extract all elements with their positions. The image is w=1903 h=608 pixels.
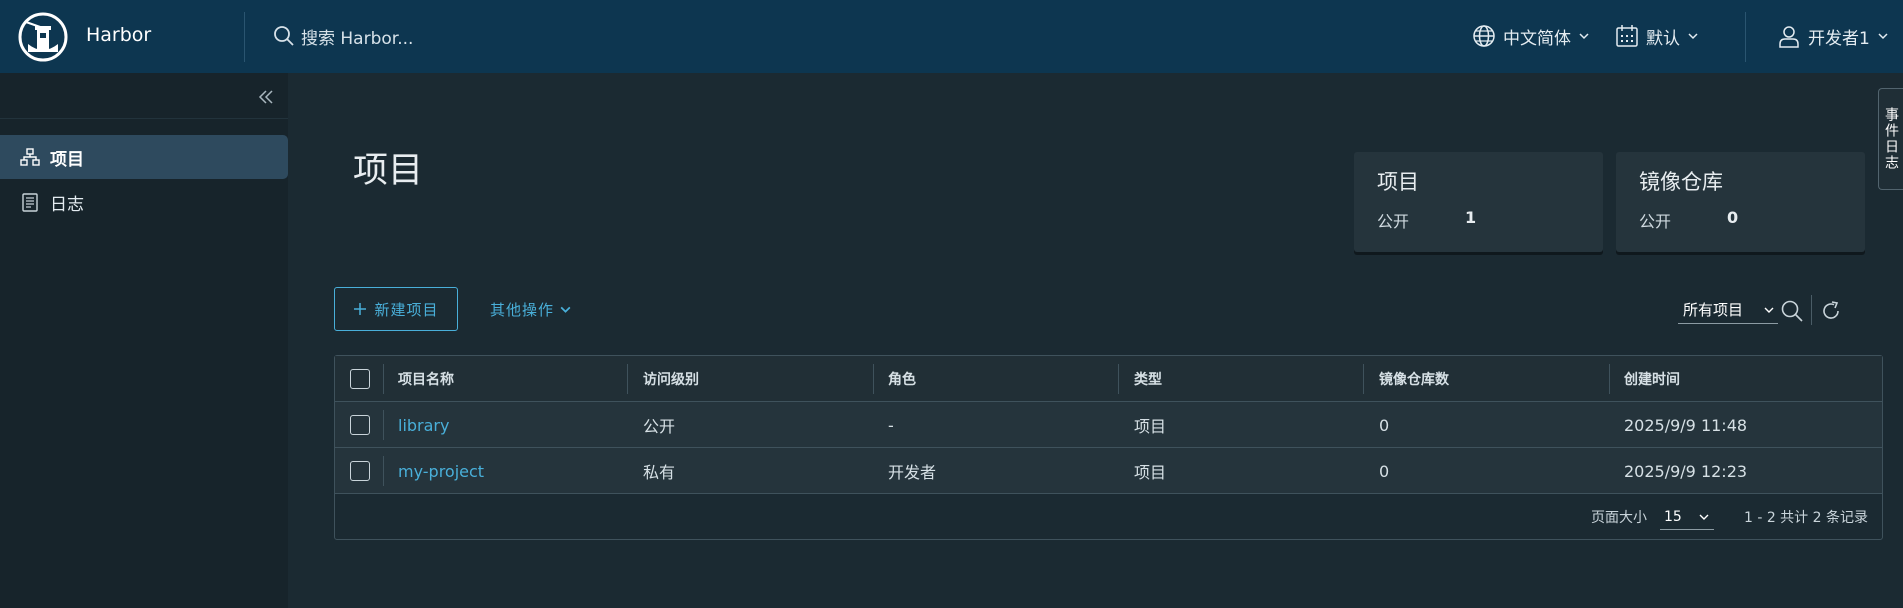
filter-value: 所有项目 [1683, 301, 1744, 319]
card-label: 公开 [1377, 212, 1410, 231]
projects-table: 项目名称 访问级别 角色 类型 镜像仓库数 创建时间 library 公开 - … [334, 355, 1883, 540]
logs-icon [22, 193, 38, 212]
user-name: 开发者1 [1808, 28, 1870, 49]
projects-icon [20, 148, 40, 166]
card-label: 公开 [1639, 212, 1672, 231]
column-header-type[interactable]: 类型 [1134, 356, 1162, 402]
toolbar-divider [1811, 295, 1812, 325]
column-header-name[interactable]: 项目名称 [398, 356, 454, 402]
type: 项目 [1134, 417, 1167, 436]
collapse-sidebar-icon[interactable] [256, 86, 276, 108]
sidebar-item-projects[interactable]: 项目 [0, 135, 288, 179]
column-header-repo-count[interactable]: 镜像仓库数 [1379, 356, 1449, 402]
column-separator [383, 364, 384, 394]
sidebar-divider [0, 118, 288, 119]
chevron-down-icon [1699, 514, 1709, 520]
page-size-value: 15 [1663, 508, 1682, 525]
column-separator [1609, 364, 1610, 394]
pagination-summary: 1 - 2 共计 2 条记录 [1743, 510, 1868, 526]
chevron-down-icon [560, 306, 571, 313]
select-all-checkbox[interactable] [350, 369, 370, 389]
user-icon [1779, 26, 1799, 48]
access-level: 私有 [643, 463, 676, 482]
column-separator [873, 364, 874, 394]
table-footer: 页面大小 15 1 - 2 共计 2 条记录 [335, 494, 1882, 540]
column-header-role[interactable]: 角色 [888, 356, 916, 402]
table-header-row: 项目名称 访问级别 角色 类型 镜像仓库数 创建时间 [335, 356, 1882, 402]
top-header: Harbor 搜索 Harbor... 中文简体 默认 开发者1 [0, 0, 1903, 73]
table-row: my-project 私有 开发者 项目 0 2025/9/9 12:23 [335, 448, 1882, 494]
harbor-logo[interactable] [18, 12, 68, 62]
chevron-down-icon [1688, 33, 1698, 40]
chevron-down-icon [1764, 307, 1774, 313]
repo-count: 0 [1379, 461, 1390, 481]
chevron-down-icon [1579, 33, 1589, 40]
language-switcher[interactable]: 中文简体 [1472, 22, 1590, 50]
page-size-select[interactable]: 15 [1659, 504, 1714, 530]
column-separator [627, 364, 628, 394]
other-actions-button[interactable]: 其他操作 [490, 287, 572, 331]
row-checkbox[interactable] [350, 415, 370, 435]
column-header-access[interactable]: 访问级别 [643, 356, 699, 402]
calendar-icon [1616, 25, 1638, 47]
search-icon [274, 26, 294, 46]
date-format-label: 默认 [1646, 28, 1680, 49]
page-size-label: 页面大小 [1590, 510, 1647, 526]
role: - [888, 415, 894, 435]
user-menu[interactable]: 开发者1 [1777, 22, 1889, 50]
creation-time: 2025/9/9 12:23 [1624, 461, 1748, 481]
new-project-button[interactable]: 新建项目 [334, 287, 458, 331]
card-value: 0 [1727, 208, 1739, 227]
search-placeholder[interactable]: 搜索 Harbor... [301, 24, 413, 49]
header-divider [244, 12, 245, 62]
search-icon[interactable] [1780, 299, 1804, 323]
card-title: 项目 [1377, 170, 1419, 194]
project-filter-select[interactable]: 所有项目 [1678, 296, 1778, 324]
row-checkbox[interactable] [350, 461, 370, 481]
event-log-label: 事件日志 [1883, 107, 1899, 171]
role: 开发者 [888, 463, 937, 482]
column-separator [383, 410, 384, 440]
date-format-switcher[interactable]: 默认 [1615, 22, 1699, 50]
page-title: 项目 [353, 151, 424, 191]
globe-icon [1473, 25, 1495, 47]
global-search[interactable]: 搜索 Harbor... [273, 22, 413, 50]
project-name-link[interactable]: library [398, 402, 449, 448]
brand-name[interactable]: Harbor [86, 24, 151, 46]
summary-card-repositories: 镜像仓库 公开 0 [1616, 152, 1865, 252]
sidebar-item-label: 日志 [50, 194, 84, 215]
project-name-link[interactable]: my-project [398, 448, 484, 494]
card-title: 镜像仓库 [1639, 170, 1723, 194]
refresh-icon[interactable] [1819, 299, 1843, 323]
column-separator [1363, 364, 1364, 394]
other-actions-label: 其他操作 [490, 300, 555, 319]
type: 项目 [1134, 463, 1167, 482]
column-header-created[interactable]: 创建时间 [1624, 356, 1680, 402]
column-separator [383, 456, 384, 486]
sidebar-item-label: 项目 [50, 149, 84, 170]
plus-icon [354, 303, 367, 315]
summary-card-projects: 项目 公开 1 [1354, 152, 1603, 252]
new-project-label: 新建项目 [374, 300, 439, 319]
language-label: 中文简体 [1503, 28, 1571, 49]
event-log-tab[interactable]: 事件日志 [1878, 88, 1903, 190]
column-separator [1118, 364, 1119, 394]
access-level: 公开 [643, 417, 676, 436]
chevron-down-icon [1878, 33, 1888, 40]
header-divider [1745, 12, 1746, 62]
creation-time: 2025/9/9 11:48 [1624, 415, 1748, 435]
table-row: library 公开 - 项目 0 2025/9/9 11:48 [335, 402, 1882, 448]
repo-count: 0 [1379, 415, 1390, 435]
sidebar-item-logs[interactable]: 日志 [0, 180, 288, 224]
card-value: 1 [1465, 208, 1477, 227]
